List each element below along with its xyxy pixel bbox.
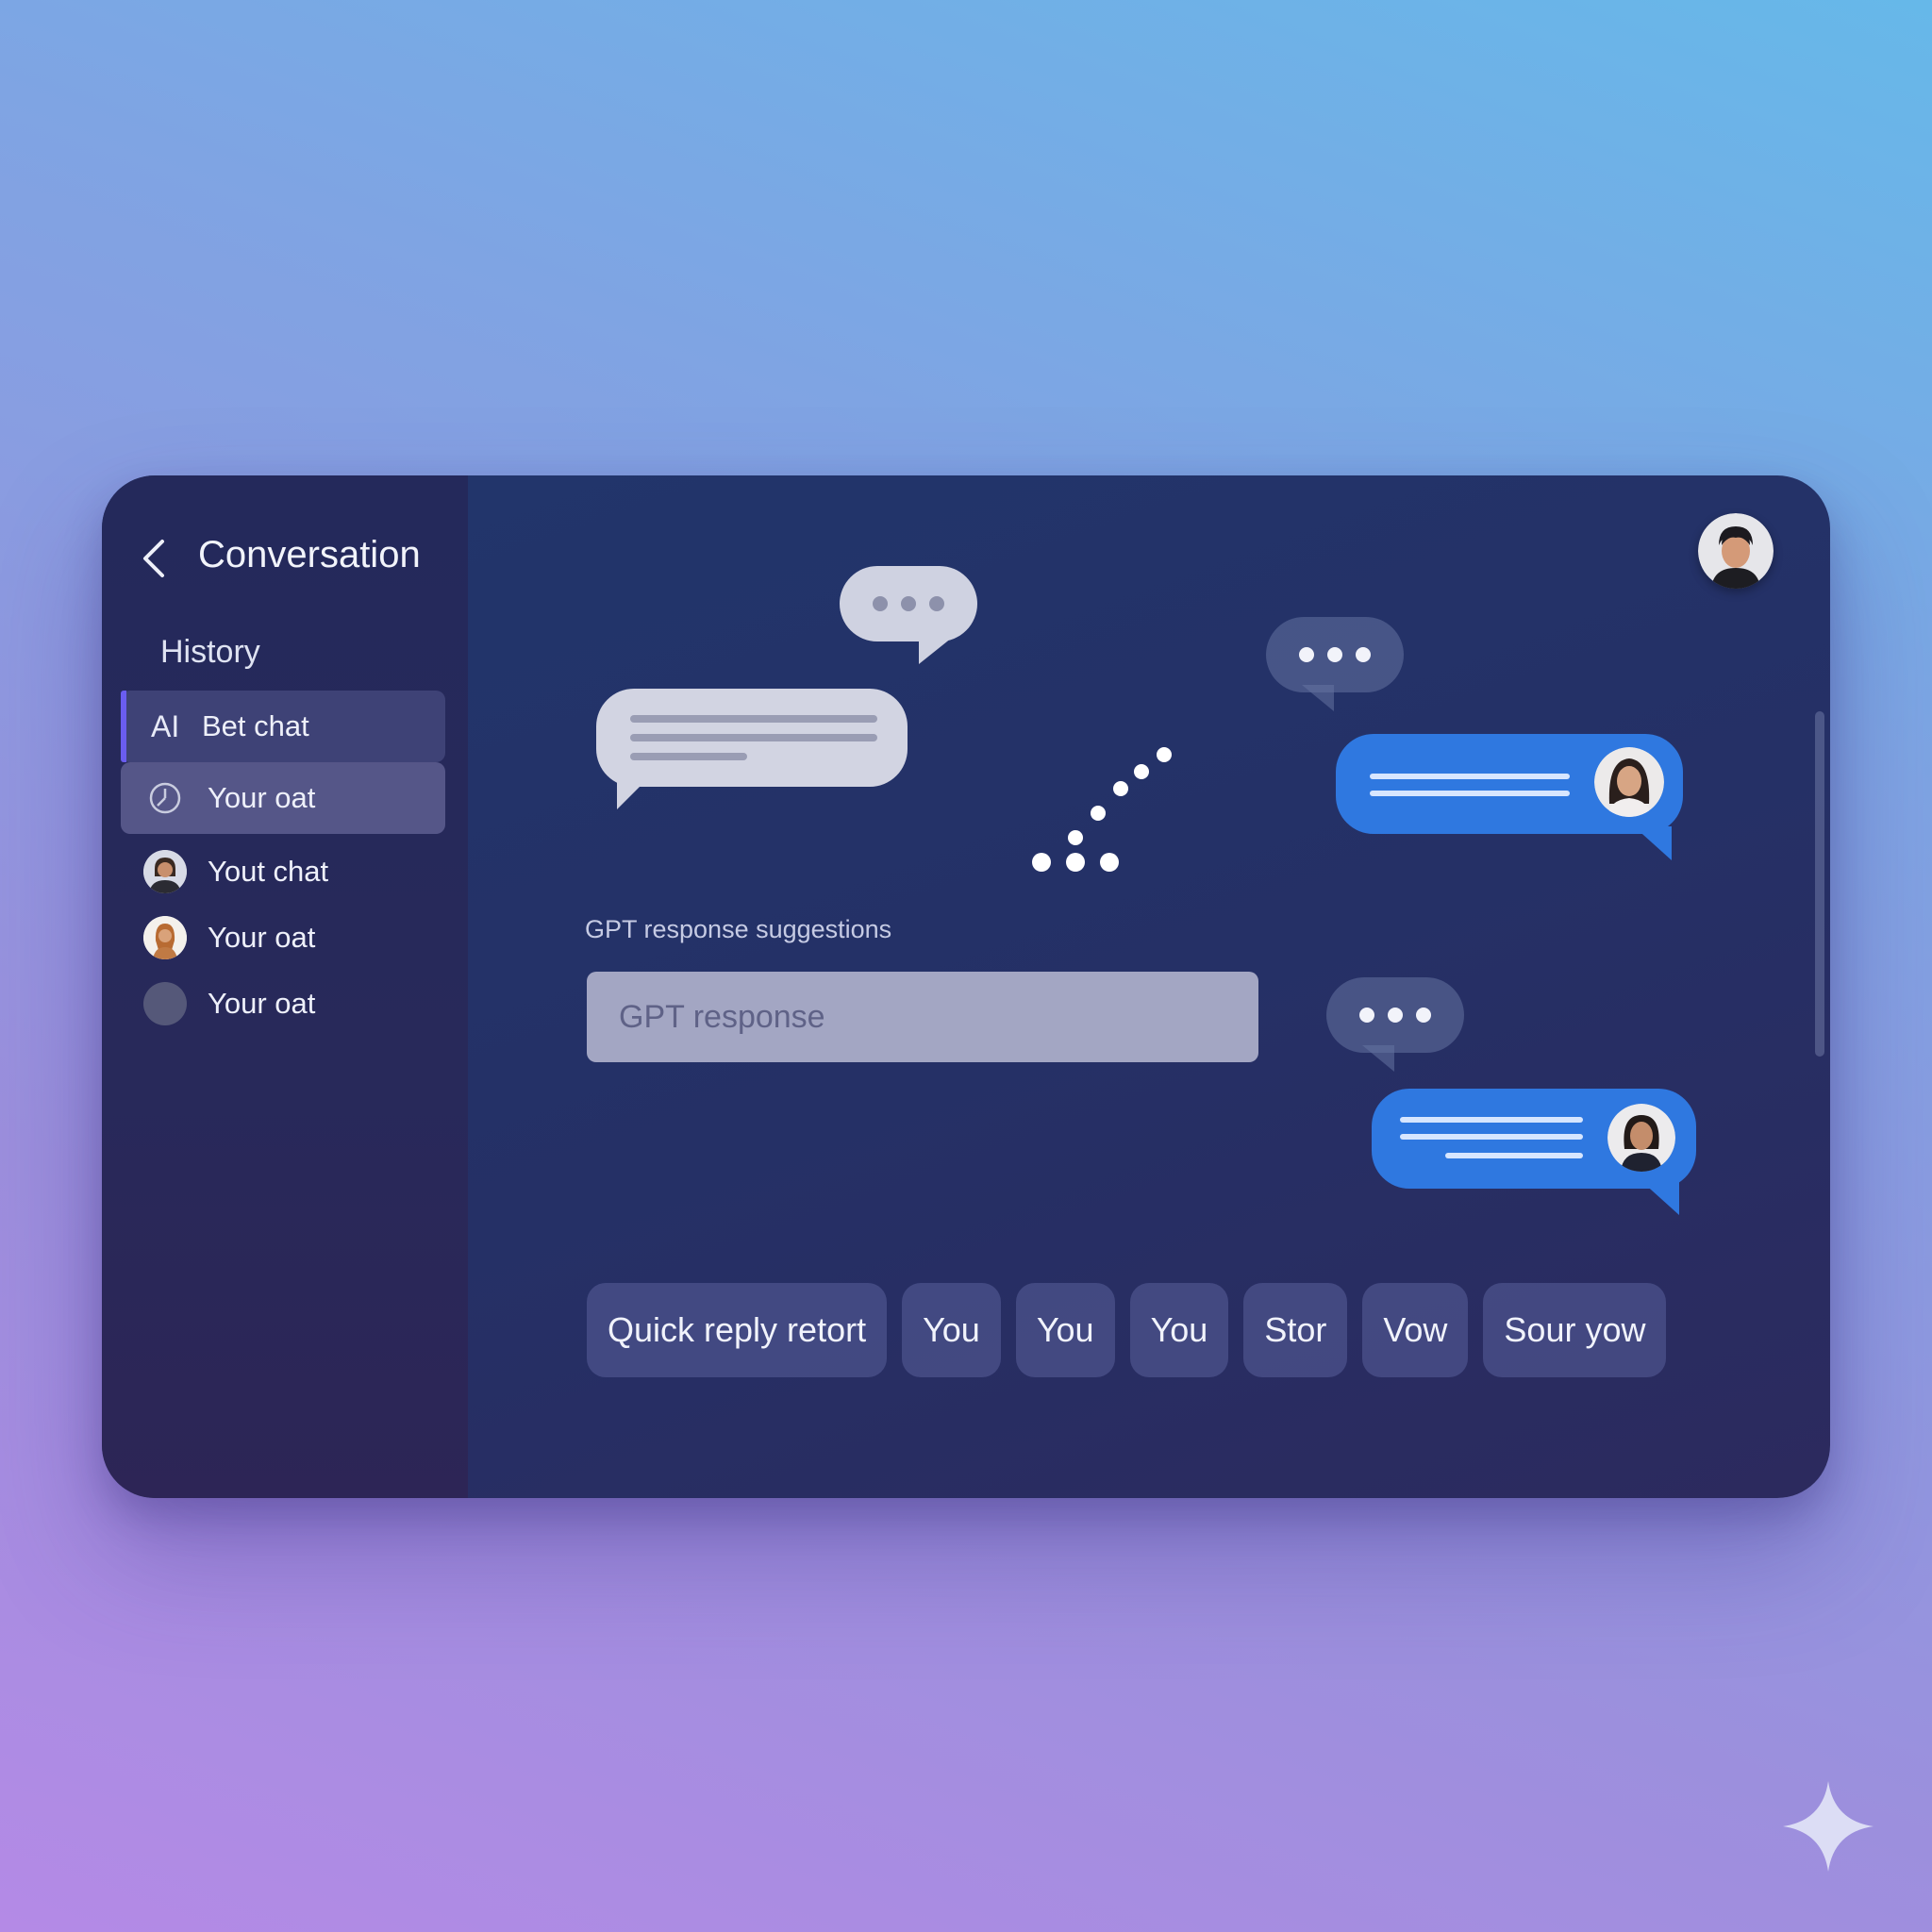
sent-message-bubble (1372, 1089, 1696, 1189)
history-item-your-oat-1[interactable]: Your oat (121, 762, 445, 834)
sparkle-icon (1783, 1781, 1874, 1872)
bubble-tail (1634, 826, 1672, 860)
quick-reply-chip[interactable]: Sour yow (1483, 1283, 1667, 1377)
typing-dots-trail (1032, 747, 1172, 872)
chevron-left-icon[interactable] (140, 538, 168, 579)
page-title: Conversation (198, 534, 421, 575)
sent-message-bubble (1336, 734, 1683, 834)
quick-reply-chip[interactable]: You (1129, 1283, 1229, 1377)
avatar-placeholder-icon (143, 982, 187, 1025)
history-item-label: Your oat (208, 921, 316, 954)
typing-bubble (1326, 977, 1464, 1053)
typing-bubble (840, 566, 977, 641)
clock-icon (143, 776, 187, 820)
quick-replies: Quick reply retort You You You Stor Vow … (587, 1283, 1667, 1377)
bubble-tail (1302, 685, 1334, 711)
history-heading: History (160, 634, 260, 670)
history-item-label: Your oat (208, 987, 316, 1020)
user-avatar[interactable] (1698, 513, 1774, 589)
bubble-tail (617, 779, 647, 809)
scrollbar[interactable] (1815, 711, 1824, 1057)
quick-reply-chip[interactable]: Stor (1243, 1283, 1348, 1377)
avatar-icon (143, 850, 187, 893)
quick-reply-chip[interactable]: Quick reply retort (587, 1283, 888, 1377)
history-item-label: Your oat (208, 781, 316, 814)
history-item-yout-chat[interactable]: Yout chat (143, 843, 455, 900)
history-item-label: Yout chat (208, 855, 329, 888)
history-item-label: Bet chat (202, 709, 309, 742)
history-item-your-oat-2[interactable]: Your oat (143, 909, 455, 966)
avatar-icon (143, 916, 187, 959)
active-indicator (121, 691, 126, 762)
chat-window: Conversation History AI Bet chat Your oa… (102, 475, 1830, 1498)
history-item-bet-chat[interactable]: AI Bet chat (121, 691, 445, 762)
typing-bubble (1266, 617, 1404, 692)
bubble-tail (1641, 1181, 1679, 1215)
gpt-response-input[interactable] (587, 972, 1258, 1062)
history-item-your-oat-3[interactable]: Your oat (143, 975, 455, 1032)
received-message-bubble (596, 689, 908, 787)
sidebar: Conversation History AI Bet chat Your oa… (102, 475, 468, 1498)
contact-avatar (1607, 1104, 1675, 1172)
quick-reply-chip[interactable]: You (1015, 1283, 1115, 1377)
quick-reply-chip[interactable]: Vow (1362, 1283, 1469, 1377)
bubble-tail (1362, 1045, 1394, 1072)
quick-reply-chip[interactable]: You (902, 1283, 1001, 1377)
suggestions-label: GPT response suggestions (585, 915, 892, 943)
contact-avatar (1594, 747, 1664, 817)
ai-glyph-icon: AI (151, 708, 180, 743)
bubble-tail (919, 634, 957, 664)
